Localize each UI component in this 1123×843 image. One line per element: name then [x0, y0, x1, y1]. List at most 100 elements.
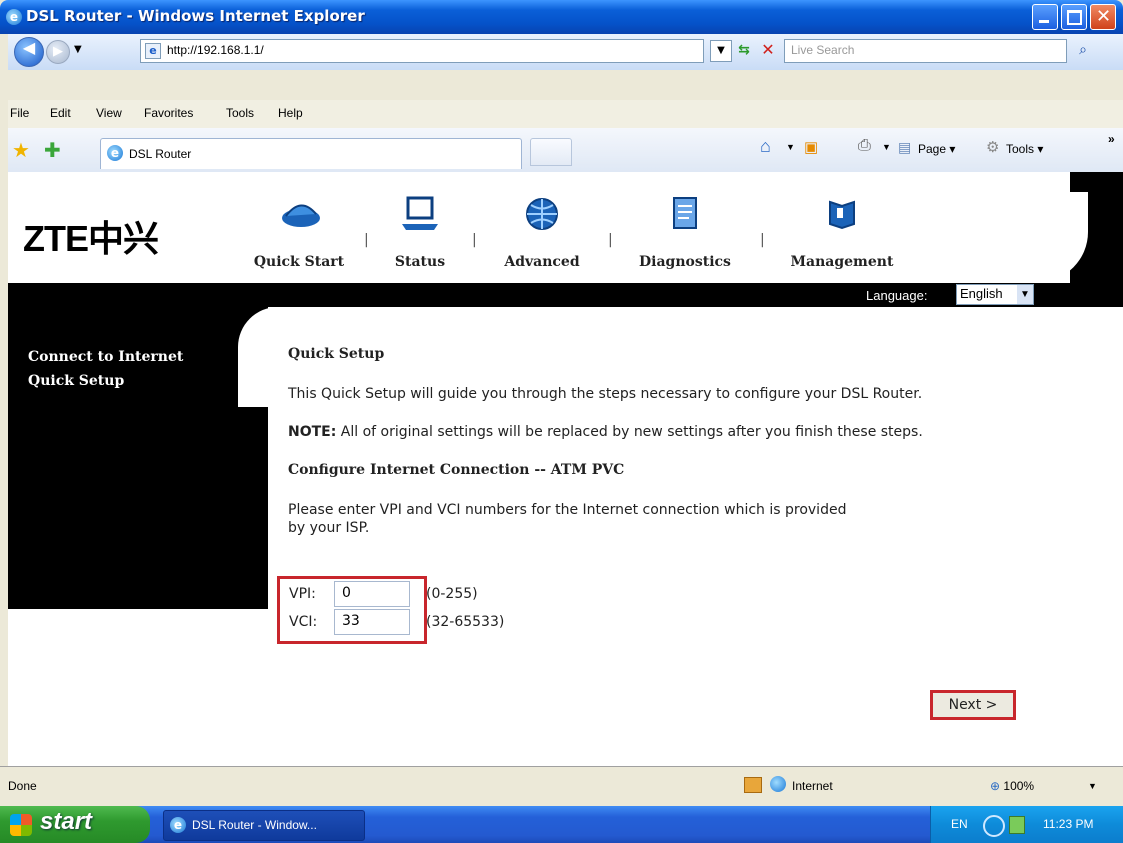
- nav-label: Quick Start: [253, 254, 345, 270]
- status-bar: Done Internet ⊕ 100% ▼: [0, 766, 1123, 807]
- nav-quick-start[interactable]: Quick Start: [240, 194, 358, 278]
- menu-file[interactable]: File: [10, 106, 29, 120]
- favorites-star-icon[interactable]: ★: [12, 138, 30, 162]
- sidebar-item-quick-setup[interactable]: Quick Setup: [28, 373, 124, 389]
- zte-logo: ZTE中兴: [23, 218, 159, 259]
- close-icon: ✕: [1096, 6, 1112, 27]
- back-button[interactable]: ◀: [14, 37, 44, 67]
- vpi-input[interactable]: 0: [334, 581, 410, 607]
- vci-input[interactable]: 33: [334, 609, 410, 635]
- close-button[interactable]: ✕: [1090, 4, 1116, 30]
- nav-label: Diagnostics: [639, 254, 731, 270]
- start-button[interactable]: start: [0, 806, 150, 843]
- window-title-bar[interactable]: e DSL Router - Windows Internet Explorer…: [0, 0, 1123, 34]
- menu-favorites[interactable]: Favorites: [144, 106, 193, 120]
- address-bar[interactable]: e http://192.168.1.1/: [140, 39, 704, 63]
- print-icon[interactable]: ⎙: [858, 137, 871, 155]
- minimize-button[interactable]: [1032, 4, 1058, 30]
- nav-label: Advanced: [504, 254, 580, 270]
- vpi-value: 0: [342, 585, 351, 601]
- page-icon: ▤: [898, 139, 912, 155]
- section-title: Configure Internet Connection -- ATM PVC: [288, 462, 625, 478]
- page-menu[interactable]: Page ▾: [918, 142, 955, 156]
- next-button[interactable]: Next >: [930, 690, 1016, 720]
- address-dropdown-icon[interactable]: ▼: [710, 40, 732, 62]
- maximize-button[interactable]: [1061, 4, 1087, 30]
- tools-menu-label: Tools: [1006, 142, 1035, 156]
- history-dropdown-icon[interactable]: ▼: [74, 44, 82, 55]
- address-input[interactable]: http://192.168.1.1/: [167, 43, 264, 57]
- add-favorites-icon[interactable]: ✚: [44, 138, 61, 162]
- instructions-line-2: by your ISP.: [288, 520, 370, 536]
- nav-advanced[interactable]: Advanced: [488, 194, 596, 278]
- tools-menu[interactable]: Tools ▾: [1006, 142, 1043, 156]
- forward-button[interactable]: ▶: [46, 40, 70, 64]
- menu-bar: File Edit View Favorites Tools Help: [8, 100, 1123, 129]
- home-dropdown-icon[interactable]: ▼: [786, 142, 795, 152]
- nav-separator: |: [760, 232, 765, 248]
- vci-range: (32-65533): [426, 614, 505, 630]
- sidebar-item-connect-to-internet[interactable]: Connect to Internet: [28, 349, 183, 365]
- modem-icon: [282, 204, 320, 227]
- intro-text: This Quick Setup will guide you through …: [288, 386, 923, 402]
- home-icon[interactable]: ⌂: [760, 136, 771, 157]
- status-text: Done: [8, 779, 37, 793]
- menu-tools[interactable]: Tools: [226, 106, 254, 120]
- nav-label: Status: [394, 254, 446, 270]
- nav-status[interactable]: Status: [382, 194, 458, 278]
- language-value: English: [960, 286, 1003, 301]
- zoom-dropdown-icon[interactable]: ▼: [1088, 781, 1097, 791]
- vci-label: VCI:: [289, 614, 318, 630]
- search-input[interactable]: Live Search: [784, 39, 1067, 63]
- back-arrow-icon: ◀: [22, 38, 36, 57]
- windows-logo-icon: [10, 814, 32, 836]
- nav-management[interactable]: Management: [780, 194, 904, 278]
- language-select[interactable]: English ▼: [956, 284, 1034, 305]
- vpi-range: (0-255): [426, 586, 478, 602]
- laptop-icon: [402, 196, 438, 230]
- book-icon: [829, 200, 855, 230]
- page-title: Quick Setup: [288, 346, 385, 362]
- nav-separator: |: [608, 232, 613, 248]
- search-placeholder: Live Search: [791, 43, 855, 57]
- refresh-icon[interactable]: ⇆: [734, 40, 754, 60]
- security-zone[interactable]: Internet: [792, 779, 833, 793]
- toolbar-overflow-icon[interactable]: »: [1108, 132, 1115, 146]
- language-indicator[interactable]: EN: [951, 817, 968, 831]
- maximize-icon: [1067, 10, 1082, 25]
- ie-logo-icon: e: [6, 9, 22, 25]
- taskbar-item-dsl-router[interactable]: e DSL Router - Window...: [163, 810, 365, 841]
- tools-gear-icon: ⚙: [986, 139, 1000, 156]
- menu-help[interactable]: Help: [278, 106, 303, 120]
- feeds-icon[interactable]: ▣: [804, 138, 818, 156]
- sidebar: Connect to Internet Quick Setup: [8, 307, 268, 609]
- tab-bar: ★ ✚ e DSL Router ⌂ ▼ ▣ ⎙ ▼ ▤ Page ▾ ⚙ To…: [8, 128, 1123, 173]
- zoom-icon: ⊕: [990, 779, 1001, 793]
- forward-arrow-icon: ▶: [53, 44, 63, 59]
- start-label: start: [40, 808, 93, 835]
- print-dropdown-icon[interactable]: ▼: [882, 142, 891, 152]
- window-title: DSL Router - Windows Internet Explorer: [26, 7, 365, 25]
- menu-edit[interactable]: Edit: [50, 106, 71, 120]
- stop-icon[interactable]: ✕: [758, 40, 778, 60]
- tab-dsl-router[interactable]: e DSL Router: [100, 138, 522, 169]
- new-tab-button[interactable]: [530, 138, 572, 166]
- zoom-level[interactable]: ⊕ 100%: [990, 779, 1034, 793]
- globe-icon: [526, 198, 558, 230]
- search-icon[interactable]: ⌕: [1072, 39, 1094, 61]
- volume-icon[interactable]: [1009, 816, 1025, 834]
- menu-view[interactable]: View: [96, 106, 122, 120]
- clipboard-icon: [673, 197, 697, 229]
- vci-value: 33: [342, 613, 360, 629]
- chevron-down-icon: ▼: [1017, 285, 1033, 304]
- nav-diagnostics[interactable]: Diagnostics: [622, 194, 748, 278]
- network-icon[interactable]: [983, 815, 1005, 837]
- internet-globe-icon: [770, 776, 786, 792]
- vpi-label: VPI:: [289, 586, 316, 602]
- taskbar-ie-icon: e: [170, 817, 186, 833]
- tab-title: DSL Router: [129, 147, 192, 161]
- page-icon: e: [145, 43, 161, 59]
- clock[interactable]: 11:23 PM: [1043, 817, 1093, 831]
- address-toolbar: ◀ ▶ ▼ e http://192.168.1.1/ ▼ ⇆ ✕ Live S…: [8, 34, 1123, 70]
- zoom-value: 100%: [1003, 779, 1035, 793]
